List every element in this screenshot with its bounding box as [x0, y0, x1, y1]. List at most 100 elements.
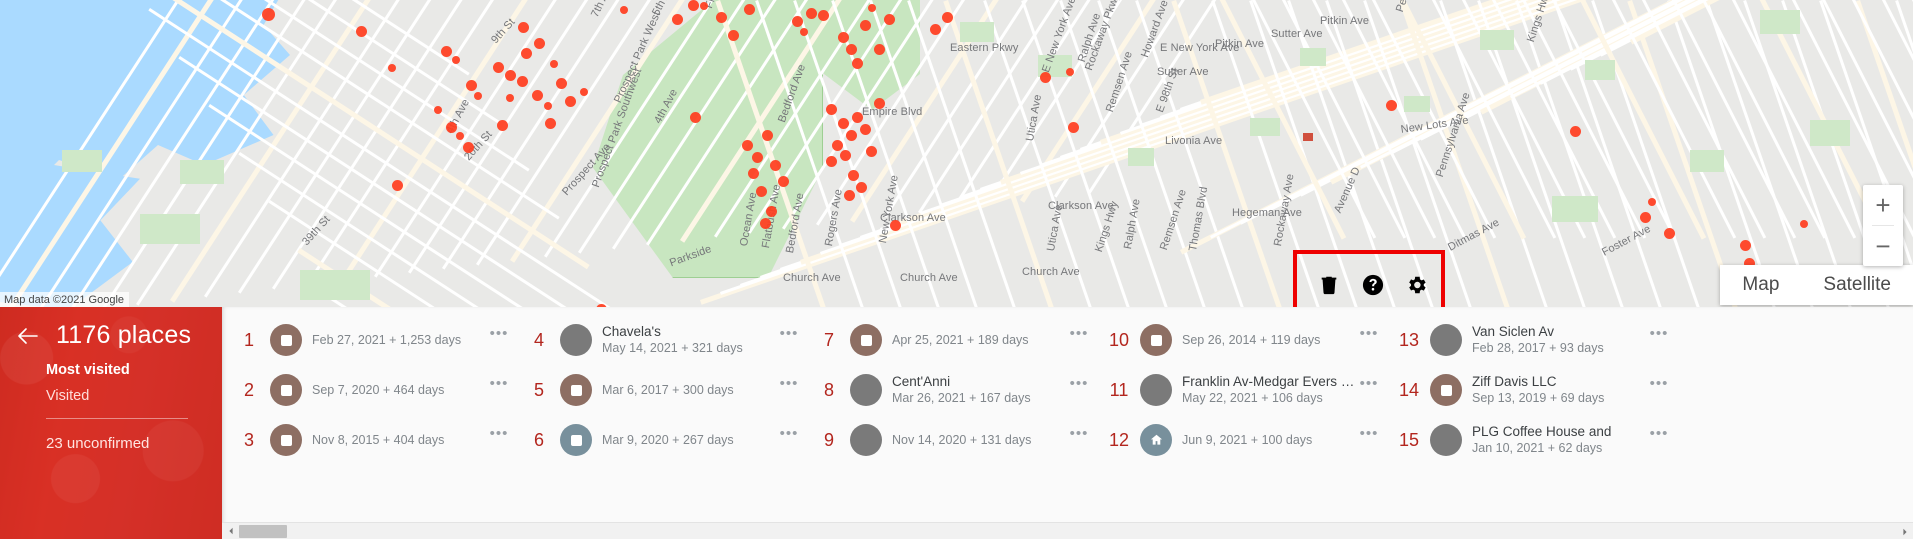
place-marker[interactable] — [770, 160, 781, 171]
place-marker[interactable] — [800, 28, 808, 36]
gear-icon[interactable] — [1406, 274, 1428, 296]
place-marker[interactable] — [521, 48, 532, 59]
place-marker[interactable] — [884, 14, 895, 25]
list-item[interactable]: 6 Mar 9, 2020 + 267 days ••• — [522, 415, 812, 465]
map-type-switcher[interactable]: Map Satellite — [1720, 265, 1913, 305]
place-marker[interactable] — [1066, 68, 1074, 76]
place-marker[interactable] — [456, 132, 464, 140]
place-marker[interactable] — [942, 12, 953, 23]
place-marker[interactable] — [463, 142, 474, 153]
place-marker[interactable] — [1800, 220, 1808, 228]
list-item-overflow-menu-button[interactable]: ••• — [1066, 425, 1092, 442]
zoom-in-button[interactable]: + — [1863, 185, 1903, 225]
place-marker[interactable] — [452, 56, 460, 64]
place-marker[interactable] — [852, 112, 863, 123]
sidebar-item-unconfirmed[interactable]: 23 unconfirmed — [0, 435, 222, 452]
place-marker[interactable] — [748, 168, 759, 179]
place-marker[interactable] — [532, 90, 543, 101]
place-marker[interactable] — [690, 112, 701, 123]
place-marker[interactable] — [792, 16, 803, 27]
place-marker[interactable] — [505, 70, 516, 81]
list-item-overflow-menu-button[interactable]: ••• — [1066, 325, 1092, 342]
list-item-overflow-menu-button[interactable]: ••• — [486, 325, 512, 342]
list-item-overflow-menu-button[interactable]: ••• — [776, 375, 802, 392]
place-marker[interactable] — [534, 38, 545, 49]
list-item[interactable]: 12 Jun 9, 2021 + 100 days ••• — [1102, 415, 1392, 465]
place-marker[interactable] — [517, 76, 528, 87]
place-marker[interactable] — [1664, 228, 1675, 239]
list-item[interactable]: 13 Van Siclen Av Feb 28, 2017 + 93 days ••• — [1392, 315, 1682, 365]
place-marker[interactable] — [580, 88, 588, 96]
place-marker[interactable] — [860, 20, 871, 31]
place-marker[interactable] — [728, 30, 739, 41]
place-marker[interactable] — [545, 118, 556, 129]
place-marker[interactable] — [474, 92, 482, 100]
place-marker[interactable] — [716, 12, 727, 23]
place-marker[interactable] — [688, 0, 699, 11]
zoom-out-button[interactable]: − — [1863, 226, 1903, 266]
place-marker[interactable] — [388, 64, 396, 72]
place-marker[interactable] — [544, 102, 552, 110]
place-marker[interactable] — [846, 44, 857, 55]
list-item-overflow-menu-button[interactable]: ••• — [486, 375, 512, 392]
list-item-overflow-menu-button[interactable]: ••• — [1646, 375, 1672, 392]
list-item-overflow-menu-button[interactable]: ••• — [486, 425, 512, 442]
place-marker[interactable] — [744, 4, 755, 15]
place-marker[interactable] — [1648, 198, 1656, 206]
place-marker[interactable] — [826, 156, 837, 167]
list-item-overflow-menu-button[interactable]: ••• — [1066, 375, 1092, 392]
map-action-icons[interactable] — [1318, 274, 1428, 296]
place-marker[interactable] — [672, 14, 683, 25]
place-marker[interactable] — [556, 78, 567, 89]
place-marker[interactable] — [700, 2, 708, 10]
place-marker[interactable] — [846, 130, 857, 141]
place-marker[interactable] — [434, 106, 442, 114]
list-item-overflow-menu-button[interactable]: ••• — [1646, 325, 1672, 342]
place-marker[interactable] — [838, 118, 849, 129]
place-marker[interactable] — [840, 150, 851, 161]
place-marker[interactable] — [806, 8, 817, 19]
list-item[interactable]: 4 Chavela's May 14, 2021 + 321 days ••• — [522, 315, 812, 365]
list-item-overflow-menu-button[interactable]: ••• — [1646, 425, 1672, 442]
place-marker[interactable] — [506, 94, 514, 102]
place-marker[interactable] — [565, 96, 576, 107]
map-type-satellite-button[interactable]: Satellite — [1801, 265, 1913, 305]
place-marker[interactable] — [1068, 122, 1079, 133]
list-item[interactable]: 3 Nov 8, 2015 + 404 days ••• — [232, 415, 522, 465]
sidebar-item-most-visited[interactable]: Most visited — [0, 362, 222, 378]
list-item[interactable]: 8 Cent'Anni Mar 26, 2021 + 167 days ••• — [812, 365, 1102, 415]
list-item[interactable]: 1 Feb 27, 2021 + 1,253 days ••• — [232, 315, 522, 365]
place-marker[interactable] — [518, 22, 529, 33]
list-item[interactable]: 14 Ziff Davis LLC Sep 13, 2019 + 69 days ••… — [1392, 365, 1682, 415]
place-marker[interactable] — [497, 120, 508, 131]
place-marker[interactable] — [766, 206, 777, 217]
place-marker[interactable] — [756, 186, 767, 197]
place-marker[interactable] — [752, 152, 763, 163]
list-item[interactable]: 10 Sep 26, 2014 + 119 days ••• — [1102, 315, 1392, 365]
place-marker[interactable] — [852, 58, 863, 69]
place-marker[interactable] — [860, 124, 871, 135]
place-marker[interactable] — [826, 104, 837, 115]
place-marker[interactable] — [838, 32, 849, 43]
horizontal-scrollbar[interactable] — [222, 522, 1913, 539]
place-marker[interactable] — [1570, 126, 1581, 137]
place-marker[interactable] — [890, 220, 901, 231]
place-marker[interactable] — [874, 98, 885, 109]
place-marker[interactable] — [262, 8, 275, 21]
list-item[interactable]: 7 Apr 25, 2021 + 189 days ••• — [812, 315, 1102, 365]
place-marker[interactable] — [550, 60, 558, 68]
place-marker[interactable] — [1640, 212, 1651, 223]
place-marker[interactable] — [1040, 72, 1051, 83]
place-marker[interactable] — [493, 62, 504, 73]
place-marker[interactable] — [868, 4, 876, 12]
scrollbar-thumb[interactable] — [239, 525, 287, 538]
map-type-map-button[interactable]: Map — [1720, 265, 1801, 305]
place-marker[interactable] — [742, 140, 753, 151]
place-marker[interactable] — [856, 182, 867, 193]
place-marker[interactable] — [356, 26, 367, 37]
place-marker[interactable] — [848, 170, 859, 181]
place-marker[interactable] — [874, 44, 885, 55]
scroll-right-arrow-icon[interactable] — [1896, 523, 1913, 539]
place-marker[interactable] — [1740, 240, 1751, 251]
scroll-left-arrow-icon[interactable] — [222, 523, 239, 539]
